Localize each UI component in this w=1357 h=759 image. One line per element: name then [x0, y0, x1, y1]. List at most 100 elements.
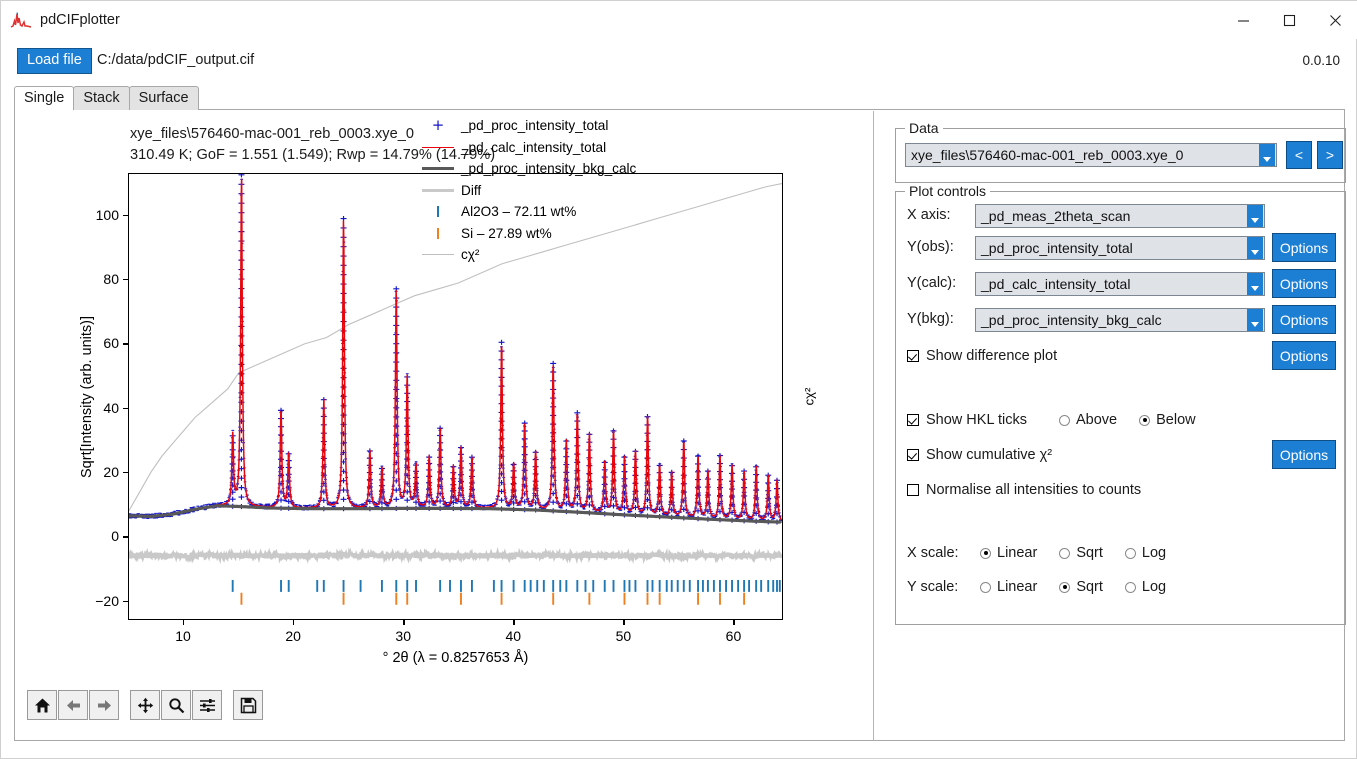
y-scale-linear-radio[interactable]: Linear — [980, 579, 1037, 595]
y-tick-label: 80 — [103, 271, 119, 288]
data-file-select[interactable]: xye_files\576460-mac-001_reb_0003.xye_0 — [905, 143, 1277, 167]
y-obs-row-label: Y(obs): — [907, 239, 954, 255]
x-scale-log-radio[interactable]: Log — [1124, 545, 1166, 561]
normalise-intensities-label: Normalise all intensities to counts — [926, 482, 1142, 498]
plot-legend: + _pd_proc_intensity_total _pd_calc_intens… — [415, 115, 636, 266]
tab-single[interactable]: Single — [14, 86, 75, 110]
legend-swatch-line-icon — [415, 137, 461, 159]
legend-swatch-tick-icon — [415, 223, 461, 245]
legend-item-label: cχ² — [461, 247, 480, 263]
radio-glyph — [1124, 581, 1136, 593]
cumulative-chi2-options-button[interactable]: Options — [1272, 440, 1336, 469]
chevron-down-icon[interactable] — [1247, 237, 1263, 259]
tab-stack[interactable]: Stack — [73, 86, 130, 110]
close-icon[interactable] — [1312, 1, 1357, 39]
chevron-down-icon[interactable] — [1247, 309, 1263, 331]
legend-item: Al2O3 – 72.11 wt% — [415, 201, 636, 223]
version-label: 0.0.10 — [1302, 53, 1340, 68]
x-scale-linear-radio[interactable]: Linear — [980, 545, 1037, 561]
legend-item-label: Si – 27.89 wt% — [461, 225, 552, 241]
y-calc-select-value: _pd_calc_intensity_total — [981, 276, 1131, 292]
x-axis-select[interactable]: _pd_meas_2theta_scan — [975, 204, 1265, 228]
hkl-position-below-radio[interactable]: Below — [1139, 412, 1196, 428]
window-title: pdCIFplotter — [40, 12, 120, 28]
radio-glyph — [1124, 547, 1136, 559]
previous-dataset-button[interactable]: < — [1286, 141, 1312, 169]
x-tick-mark — [513, 620, 515, 625]
controls-panel: Data xye_files\576460-mac-001_reb_0003.x… — [874, 110, 1346, 740]
y-scale-sqrt-label: Sqrt — [1076, 579, 1103, 595]
y-obs-options-button[interactable]: Options — [1272, 233, 1336, 262]
y-tick-label: 0 — [111, 528, 119, 545]
difference-curve — [129, 546, 782, 565]
diffraction-pattern-icon — [10, 12, 32, 28]
show-cumulative-chi2-label: Show cumulative χ² — [926, 447, 1053, 463]
x-tick-mark — [403, 620, 405, 625]
y-calc-select[interactable]: _pd_calc_intensity_total — [975, 272, 1265, 296]
legend-item: + _pd_proc_intensity_total — [415, 115, 636, 137]
show-hkl-ticks-checkbox[interactable]: Show HKL ticks — [907, 412, 1027, 428]
title-bar: pdCIFplotter — [1, 1, 1357, 39]
home-icon[interactable] — [27, 690, 57, 720]
y-bkg-options-button[interactable]: Options — [1272, 305, 1336, 334]
x-tick-mark — [183, 620, 185, 625]
minimize-icon[interactable] — [1220, 1, 1266, 39]
y-scale-log-label: Log — [1141, 579, 1167, 595]
hkl-ticks-position-radiogroup: Above Below — [1059, 412, 1196, 428]
y-tick-label: 40 — [103, 399, 119, 416]
back-arrow-icon[interactable] — [58, 690, 88, 720]
y-scale-log-radio[interactable]: Log — [1124, 579, 1167, 595]
radio-glyph — [980, 547, 991, 559]
radio-glyph — [1059, 581, 1071, 593]
load-file-button[interactable]: Load file — [17, 48, 92, 74]
chevron-down-icon[interactable] — [1247, 273, 1263, 295]
legend-item-label: Diff — [461, 182, 482, 198]
chevron-down-icon[interactable] — [1247, 205, 1263, 227]
legend-item: cχ² — [415, 244, 636, 266]
x-axis-select-value: _pd_meas_2theta_scan — [981, 208, 1131, 224]
legend-item-label: Al2O3 – 72.11 wt% — [461, 204, 577, 220]
chevron-down-icon[interactable] — [1259, 144, 1275, 166]
y-tick-mark — [123, 472, 128, 474]
show-difference-plot-label: Show difference plot — [926, 348, 1058, 364]
show-cumulative-chi2-checkbox[interactable]: Show cumulative χ² — [907, 447, 1052, 463]
zoom-magnifier-icon[interactable] — [161, 690, 191, 720]
next-dataset-button[interactable]: > — [1317, 141, 1343, 169]
normalise-intensities-checkbox[interactable]: Normalise all intensities to counts — [907, 482, 1141, 498]
view-tabs: Single Stack Surface — [14, 86, 199, 110]
x-tick-label: 60 — [725, 628, 742, 644]
y-bkg-select[interactable]: _pd_proc_intensity_bkg_calc — [975, 308, 1265, 332]
hkl-position-above-radio[interactable]: Above — [1059, 412, 1117, 428]
maximize-icon[interactable] — [1266, 1, 1312, 39]
y-tick-label: 20 — [103, 464, 119, 481]
legend-swatch-line-icon — [415, 158, 461, 180]
x-tick-label: 40 — [505, 628, 522, 644]
checkbox-glyph — [907, 449, 919, 461]
y-scale-linear-label: Linear — [997, 579, 1038, 595]
tab-surface[interactable]: Surface — [128, 86, 199, 110]
x-tick-mark — [733, 620, 735, 625]
y-obs-select[interactable]: _pd_proc_intensity_total — [975, 236, 1265, 260]
pan-move-icon[interactable] — [130, 690, 160, 720]
y-tick-mark — [123, 214, 128, 217]
x-scale-radiogroup: Linear Sqrt Log — [980, 545, 1166, 561]
legend-item-label: _pd_calc_intensity_total — [461, 139, 607, 155]
save-floppy-icon[interactable] — [233, 690, 263, 720]
y-scale-sqrt-radio[interactable]: Sqrt — [1059, 579, 1103, 595]
difference-plot-options-button[interactable]: Options — [1272, 341, 1336, 370]
y-bkg-select-value: _pd_proc_intensity_bkg_calc — [981, 312, 1162, 328]
y-bkg-row-label: Y(bkg): — [907, 311, 954, 327]
pdcifplotter-window: pdCIFplotter Load file C:/data/pdCIF_out… — [0, 0, 1357, 759]
y-calc-options-button[interactable]: Options — [1272, 269, 1336, 298]
configure-subplots-icon[interactable] — [192, 690, 222, 720]
forward-arrow-icon[interactable] — [89, 690, 119, 720]
plot-controls-groupbox-title: Plot controls — [905, 183, 991, 199]
x-scale-sqrt-radio[interactable]: Sqrt — [1059, 545, 1103, 561]
x-scale-linear-label: Linear — [997, 545, 1038, 561]
x-tick-label: 30 — [395, 628, 411, 644]
data-groupbox-title: Data — [905, 120, 943, 136]
hkl-position-above-label: Above — [1076, 412, 1118, 428]
radio-glyph — [980, 581, 991, 593]
show-difference-plot-checkbox[interactable]: Show difference plot — [907, 348, 1057, 364]
plot-title-line1: xye_files\576460-mac-001_reb_0003.xye_0 — [130, 126, 414, 142]
